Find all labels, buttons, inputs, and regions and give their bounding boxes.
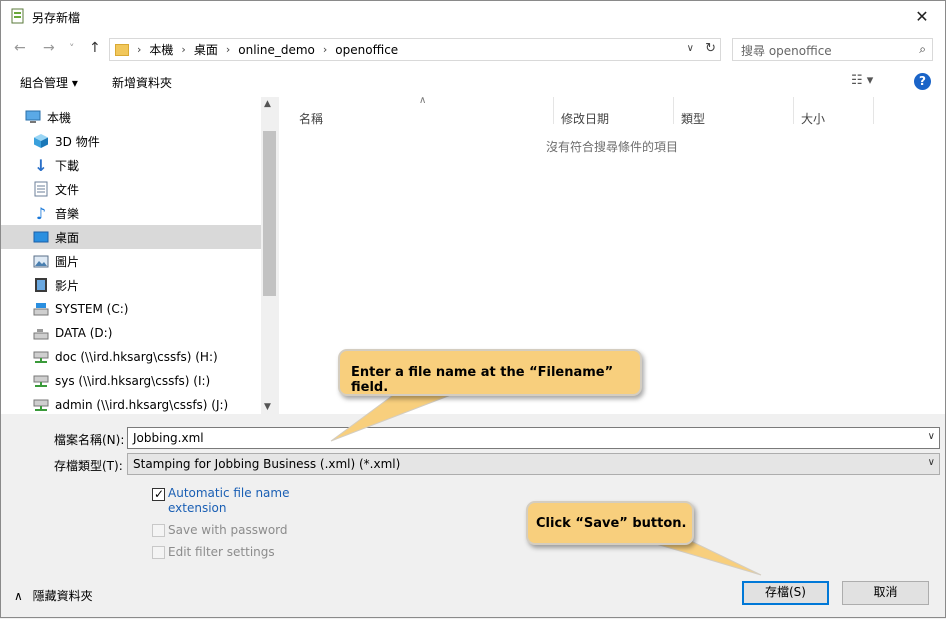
- save-callout-tail: [645, 540, 762, 576]
- save-as-dialog: 另存新檔 ✕ ← → ˅ ↑ › 本機 › 桌面 › online_demo ›…: [0, 0, 946, 618]
- filename-callout: Enter a file name at the “Filename” fiel…: [338, 349, 642, 396]
- filename-callout-tail: [330, 392, 457, 442]
- save-callout: Click “Save” button.: [526, 501, 694, 545]
- filename-callout-text: Enter a file name at the “Filename” fiel…: [351, 365, 614, 395]
- callout-tails: [330, 392, 762, 576]
- save-callout-text: Click “Save” button.: [536, 516, 687, 531]
